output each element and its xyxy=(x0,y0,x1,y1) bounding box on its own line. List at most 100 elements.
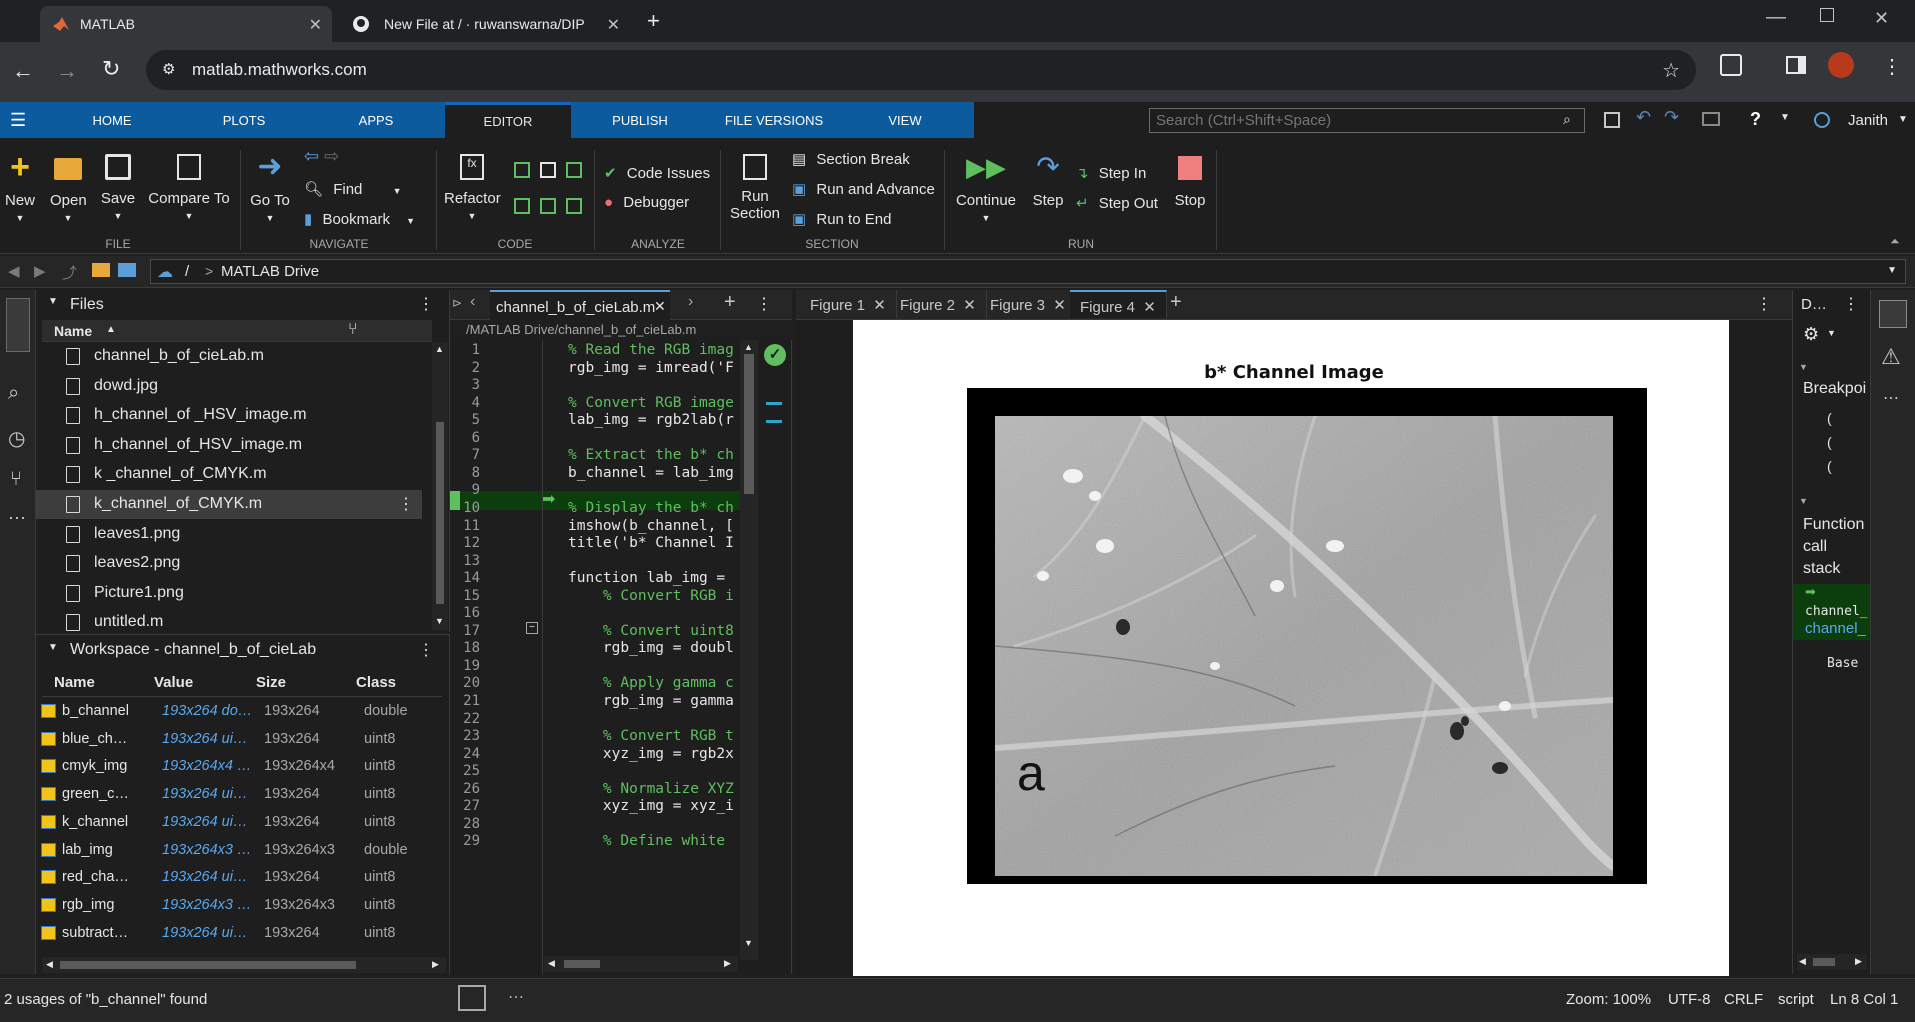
scroll-right-icon[interactable]: ▶ xyxy=(432,959,439,970)
command-window-icon[interactable] xyxy=(458,985,486,1011)
code-line[interactable]: function lab_img = xyxy=(568,570,734,586)
file-actions-icon[interactable]: ⋮ xyxy=(398,494,414,514)
git-branch-icon[interactable]: ⑂ xyxy=(348,321,358,339)
stop-button[interactable]: Stop xyxy=(1168,152,1212,209)
code-analyzer-icon[interactable]: ⚠ xyxy=(1881,344,1901,370)
minimize-icon[interactable]: — xyxy=(1766,6,1786,29)
run-and-advance-button[interactable]: ▣ Run and Advance xyxy=(792,180,935,198)
open-button[interactable]: Open ▼ xyxy=(50,152,87,223)
continue-button[interactable]: ▶▶ Continue ▼ xyxy=(952,152,1020,223)
file-type[interactable]: script xyxy=(1778,991,1814,1008)
scroll-down-icon[interactable]: ▼ xyxy=(744,938,753,948)
col-class-header[interactable]: Class xyxy=(356,674,396,691)
file-list-item[interactable]: k_channel_of_CMYK.m ⋮ xyxy=(36,490,422,519)
run-section-button[interactable]: Run Section xyxy=(728,152,782,222)
encoding[interactable]: UTF-8 xyxy=(1668,991,1711,1008)
hscroll-thumb[interactable] xyxy=(60,961,356,969)
file-list-item[interactable]: dowd.jpg xyxy=(36,372,422,401)
code-line[interactable]: % Convert RGB image xyxy=(568,395,734,411)
scroll-right-icon[interactable]: ▶ xyxy=(1855,956,1862,967)
debug-tab-title[interactable]: D… xyxy=(1801,296,1827,313)
close-icon[interactable]: ✕ xyxy=(1053,297,1066,314)
user-name[interactable]: Janith xyxy=(1848,112,1888,129)
editor-vscrollbar[interactable]: ▲ ▼ xyxy=(740,340,758,960)
compare-to-button[interactable]: Compare To ▼ xyxy=(146,152,232,221)
code-issues-button[interactable]: ✔ Code Issues xyxy=(604,164,710,182)
tab-publish[interactable]: PUBLISH xyxy=(594,102,686,138)
path-field[interactable]: ☁ / > MATLAB Drive ▼ xyxy=(150,259,1906,284)
callstack-base[interactable]: Base xyxy=(1827,656,1858,671)
code-line[interactable]: rgb_img = gamma xyxy=(568,693,734,709)
file-list-item[interactable]: k _channel_of_CMYK.m xyxy=(36,460,422,489)
decrease-indent-icon[interactable] xyxy=(566,198,582,214)
breakpoints-header[interactable]: Breakpoi xyxy=(1803,380,1869,398)
scroll-left-icon[interactable]: ◀ xyxy=(548,958,555,969)
undo-icon[interactable]: ↶ xyxy=(1636,107,1651,128)
up-folder-icon[interactable]: ⤴ xyxy=(62,262,77,283)
cloud-folder-icon[interactable] xyxy=(118,263,136,277)
user-icon[interactable] xyxy=(1814,112,1830,128)
workspace-collapse-icon[interactable]: ▼ xyxy=(48,642,58,653)
workspace-row[interactable]: b_channel 193x264 do… 193x264 double xyxy=(36,697,438,725)
code-line[interactable]: imshow(b_channel, [ xyxy=(568,518,734,534)
close-icon[interactable]: ✕ xyxy=(1143,299,1156,316)
figure-tab-3[interactable]: Figure 3 ✕ xyxy=(980,290,1077,318)
find-button[interactable]: 🔍︎ Find ▼ xyxy=(304,180,402,198)
workspace-row[interactable]: cmyk_img 193x264x4 … 193x264x4 uint8 xyxy=(36,752,438,780)
figure-canvas[interactable]: b* Channel Image a xyxy=(853,320,1729,976)
figure-tab-1[interactable]: Figure 1 ✕ xyxy=(800,290,897,318)
callstack-collapse-icon[interactable]: ▼ xyxy=(1799,496,1808,506)
file-list-item[interactable]: h_channel_of _HSV_image.m xyxy=(36,401,422,430)
zoom-level[interactable]: Zoom: 100% xyxy=(1566,991,1651,1008)
code-line[interactable]: % Apply gamma c xyxy=(568,675,734,691)
close-icon[interactable]: ✕ xyxy=(963,297,976,314)
breakpoint-marker[interactable]: ( xyxy=(1827,458,1832,474)
workspace-row[interactable]: lab_img 193x264x3 … 193x264x3 double xyxy=(36,836,438,864)
code-line[interactable]: % Convert RGB i xyxy=(568,588,734,604)
find-files-icon[interactable]: ⌕ xyxy=(8,382,19,405)
more-icon[interactable]: ⋯ xyxy=(1883,388,1899,408)
browse-folder-icon[interactable] xyxy=(92,263,110,277)
close-icon[interactable]: ✕ xyxy=(873,297,886,314)
scroll-up-icon[interactable]: ▲ xyxy=(744,342,753,352)
comment-icon[interactable] xyxy=(514,162,530,178)
scroll-thumb[interactable] xyxy=(436,422,444,604)
debug-hscrollbar[interactable]: ◀ ▶ xyxy=(1797,954,1867,970)
breakpoints-collapse-icon[interactable]: ▼ xyxy=(1799,362,1808,372)
workspace-row[interactable]: blue_ch… 193x264 ui… 193x264 uint8 xyxy=(36,725,438,753)
step-button[interactable]: ↷ Step xyxy=(1028,152,1068,210)
code-line[interactable]: % Convert uint8 xyxy=(568,623,734,639)
tab-apps[interactable]: APPS xyxy=(332,102,420,138)
star-icon[interactable]: ☆ xyxy=(1662,58,1680,83)
files-menu-icon[interactable]: ⋮ xyxy=(418,294,434,314)
save-button[interactable]: Save ▼ xyxy=(98,152,138,221)
file-list-item[interactable]: Picture1.png xyxy=(36,579,422,608)
settings-dropdown-icon[interactable]: ▼ xyxy=(1827,328,1836,338)
profile-avatar[interactable] xyxy=(1828,52,1854,78)
tab-plots[interactable]: PLOTS xyxy=(200,102,288,138)
back-icon[interactable]: ← xyxy=(12,58,34,84)
source-control-icon[interactable]: ⑂ xyxy=(10,468,22,491)
history-icon[interactable]: ◷ xyxy=(8,426,25,451)
browser-menu-icon[interactable]: ⋮ xyxy=(1882,54,1902,79)
editor-hscrollbar[interactable]: ◀ ▶ xyxy=(544,956,738,972)
editor-tab-next-icon[interactable]: › xyxy=(688,293,693,311)
wrap-comment-icon[interactable] xyxy=(566,162,582,178)
step-out-button[interactable]: ↵ Step Out xyxy=(1076,194,1158,212)
workspace-row[interactable]: rgb_img 193x264x3 … 193x264x3 uint8 xyxy=(36,891,438,919)
files-scrollbar[interactable]: ▲ ▼ xyxy=(432,342,448,630)
menu-hamburger-icon[interactable]: ☰ xyxy=(10,110,26,131)
browser-tab-matlab[interactable]: MATLAB ✕ xyxy=(40,6,332,42)
close-icon[interactable]: ✕ xyxy=(654,298,666,315)
editor-menu-icon[interactable]: ⋮ xyxy=(756,294,772,314)
editor-tab-active[interactable]: channel_b_of_cieLab.m ✕ xyxy=(490,290,670,320)
hscroll-thumb[interactable] xyxy=(564,960,600,968)
back-nav-icon[interactable]: ⇦ ⇨ xyxy=(304,146,339,167)
cursor-position[interactable]: Ln 8 Col 1 xyxy=(1830,991,1898,1008)
file-list-item[interactable]: leaves2.png xyxy=(36,549,422,578)
workspace-row[interactable]: green_c… 193x264 ui… 193x264 uint8 xyxy=(36,780,438,808)
redo-icon[interactable]: ↷ xyxy=(1664,107,1679,128)
settings-gear-icon[interactable]: ⚙ xyxy=(1803,324,1819,345)
line-ending[interactable]: CRLF xyxy=(1724,991,1763,1008)
refactor-button[interactable]: fx Refactor ▼ xyxy=(444,152,501,221)
